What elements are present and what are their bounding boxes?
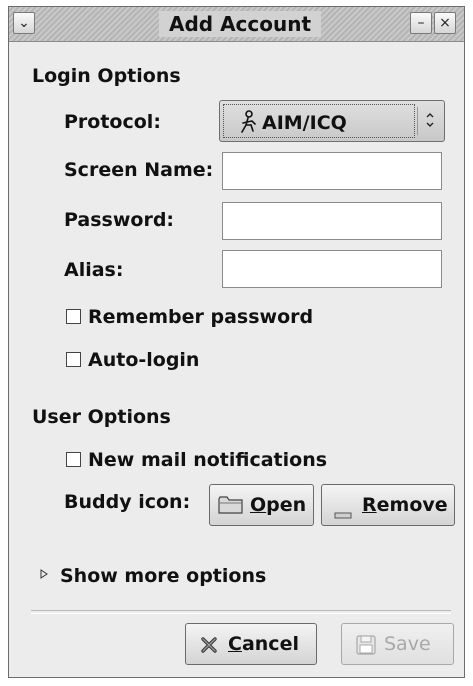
remove-button-label: emove: [376, 494, 448, 516]
open-mnemonic: O: [250, 494, 267, 516]
folder-icon: [218, 495, 244, 520]
auto-login-label[interactable]: Auto-login: [88, 346, 199, 374]
close-icon: ×: [439, 15, 451, 31]
close-button[interactable]: ×: [434, 12, 456, 34]
floppy-disk-icon: [356, 635, 376, 660]
minimize-icon: –: [417, 15, 425, 31]
aim-running-man-icon: [238, 108, 258, 136]
password-input[interactable]: [222, 202, 442, 240]
new-mail-notifications-box[interactable]: [66, 452, 81, 467]
screen-name-input[interactable]: [222, 152, 442, 190]
remove-buddy-icon-button[interactable]: Remove: [321, 484, 455, 526]
protocol-label: Protocol:: [64, 111, 161, 133]
new-mail-notifications-label[interactable]: New mail notifications: [88, 446, 327, 474]
user-options-heading: User Options: [32, 406, 171, 428]
cancel-mnemonic: C: [228, 633, 242, 655]
alias-input[interactable]: [222, 250, 442, 288]
alias-label: Alias:: [64, 259, 124, 281]
protocol-select-value: AIM/ICQ: [262, 112, 347, 134]
screen-name-label: Screen Name:: [64, 159, 214, 181]
buddy-icon-label: Buddy icon:: [64, 491, 191, 513]
open-button-label: pen: [266, 494, 307, 516]
triangle-right-icon: [40, 569, 48, 582]
remember-password-label[interactable]: Remember password: [88, 303, 313, 331]
protocol-select[interactable]: AIM/ICQ: [219, 100, 445, 142]
window-title: Add Account: [159, 11, 322, 37]
password-label: Password:: [64, 209, 175, 231]
chevron-down-icon: ⌄: [18, 15, 30, 31]
auto-login-box[interactable]: [66, 352, 81, 367]
title-bar[interactable]: ⌄ Add Account – ×: [9, 7, 464, 42]
protocol-select-separator: [417, 107, 418, 135]
button-row-separator: [31, 610, 451, 614]
cancel-x-icon: [200, 636, 218, 659]
remember-password-box[interactable]: [66, 309, 81, 324]
open-buddy-icon-button[interactable]: Open: [209, 484, 314, 526]
remove-icon: [334, 503, 352, 525]
show-more-options-label[interactable]: Show more options: [60, 562, 266, 590]
login-options-heading: Login Options: [32, 65, 181, 87]
add-account-dialog: ⌄ Add Account – × Login Options Protocol…: [8, 6, 465, 678]
cancel-button[interactable]: Cancel: [185, 623, 317, 665]
minimize-button[interactable]: –: [410, 12, 432, 34]
protocol-select-focus: AIM/ICQ: [223, 104, 415, 138]
save-button[interactable]: Save: [341, 623, 454, 665]
cancel-button-label: ancel: [241, 633, 299, 655]
remove-mnemonic: R: [362, 494, 377, 516]
select-arrows-icon: [423, 109, 437, 134]
save-button-label: Save: [384, 633, 431, 655]
window-menu-button[interactable]: ⌄: [13, 12, 35, 34]
